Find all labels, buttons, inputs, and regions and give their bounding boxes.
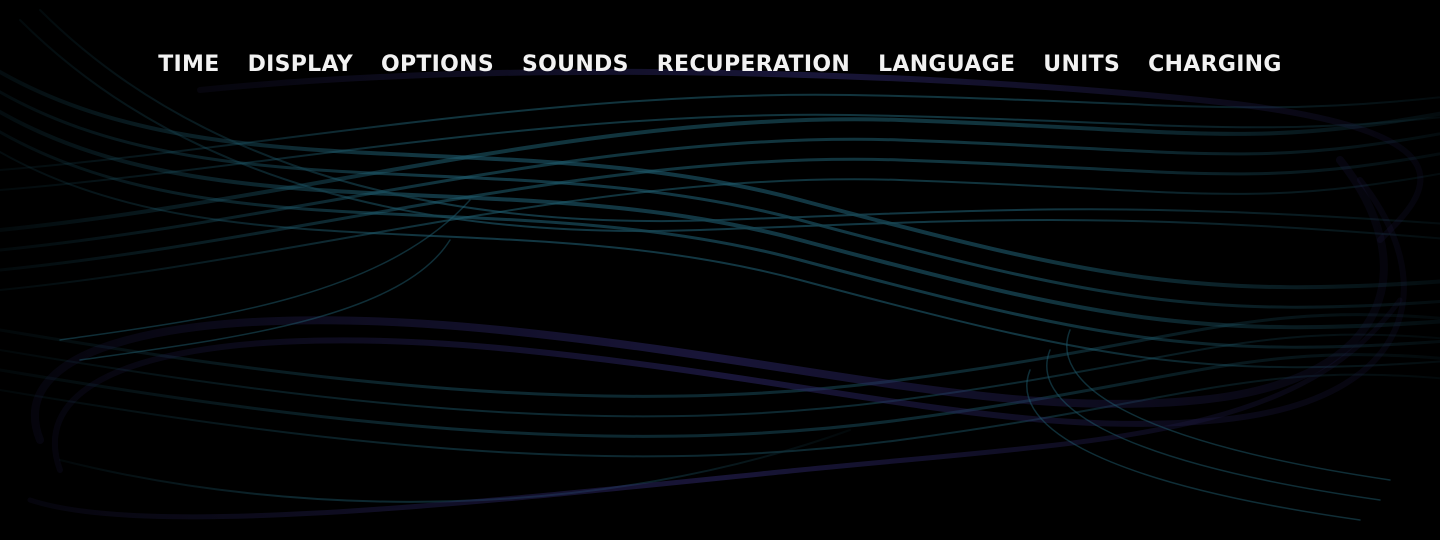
- tab-display[interactable]: DISPLAY: [234, 46, 367, 83]
- tab-time[interactable]: TIME: [144, 46, 233, 83]
- settings-tab-bar: TIME DISPLAY OPTIONS SOUNDS RECUPERATION…: [0, 44, 1440, 84]
- settings-screen: TIME DISPLAY OPTIONS SOUNDS RECUPERATION…: [0, 0, 1440, 540]
- tab-units[interactable]: UNITS: [1029, 46, 1134, 83]
- tab-recuperation[interactable]: RECUPERATION: [643, 46, 864, 83]
- tab-sounds[interactable]: SOUNDS: [508, 46, 643, 83]
- tab-options[interactable]: OPTIONS: [367, 46, 508, 83]
- tab-charging[interactable]: CHARGING: [1134, 46, 1296, 83]
- tab-language[interactable]: LANGUAGE: [864, 46, 1029, 83]
